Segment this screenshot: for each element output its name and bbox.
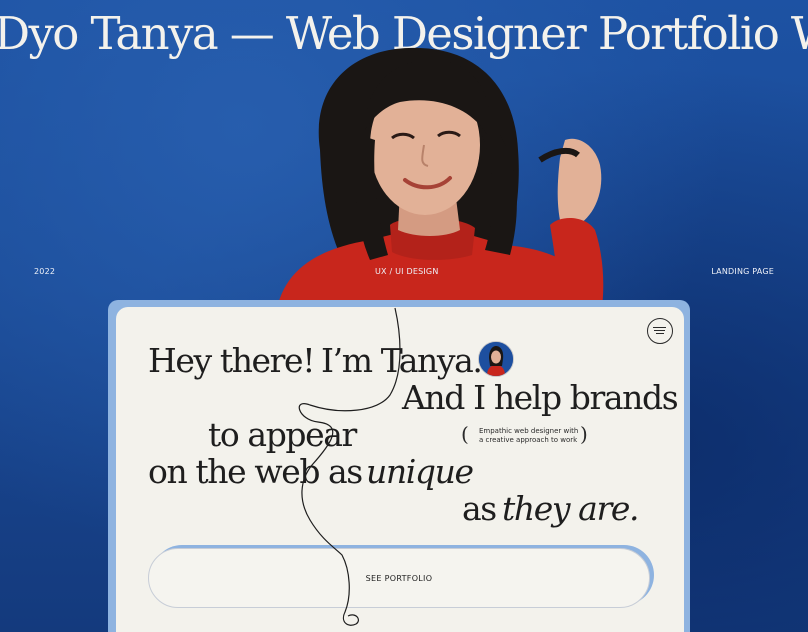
- hero-line-3: to appear: [208, 415, 357, 454]
- see-portfolio-button[interactable]: SEE PORTFOLIO: [148, 548, 650, 608]
- landing-card: Hey there! I’m Tanya. And I help brands …: [116, 307, 684, 632]
- avatar-portrait: [479, 342, 513, 376]
- hero-line-2: And I help brands: [402, 378, 679, 417]
- project-type: LANDING PAGE: [711, 267, 774, 276]
- project-category: UX / UI DESIGN: [375, 267, 439, 276]
- avatar: [478, 341, 514, 377]
- menu-icon[interactable]: [647, 318, 673, 344]
- tagline-close-paren: ): [580, 422, 588, 446]
- hero-line-5a: as: [462, 489, 497, 528]
- hero-line-4c: unique: [366, 452, 474, 491]
- portrait-photo: [275, 47, 604, 320]
- project-year: 2022: [34, 267, 56, 276]
- tagline-line-2: a creative approach to work: [479, 436, 578, 444]
- menu-line: [654, 330, 665, 331]
- hero-name: I’m Tanya.: [321, 341, 483, 380]
- hero-line-4a: on the web: [148, 452, 320, 491]
- hero-line-4b: as: [328, 452, 363, 491]
- hero-line-5b: they are.: [502, 489, 639, 528]
- menu-line: [653, 327, 666, 328]
- tagline-line-1: Empathic web designer with: [479, 427, 579, 435]
- menu-line: [656, 333, 664, 334]
- tagline: Empathic web designer with a creative ap…: [479, 427, 579, 445]
- tagline-open-paren: (: [461, 422, 469, 446]
- hero-greeting: Hey there!: [148, 341, 315, 380]
- portfolio-presentation: Dyo Tanya — Web Designer Portfolio Websi…: [0, 0, 808, 632]
